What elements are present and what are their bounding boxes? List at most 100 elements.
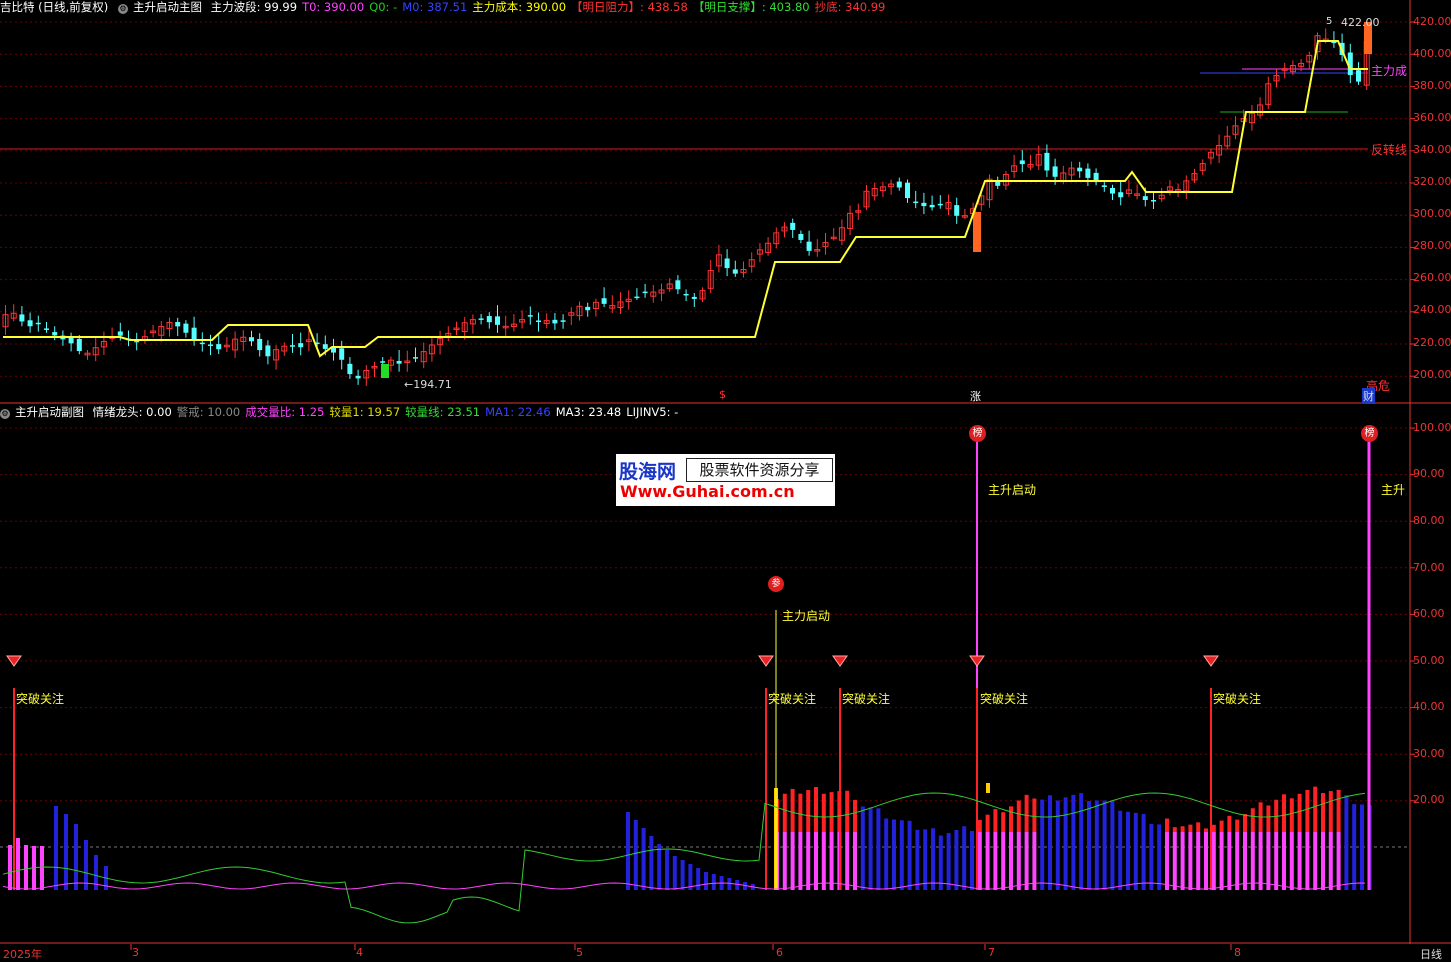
volume-bar xyxy=(1250,832,1255,890)
volume-bar xyxy=(1321,832,1325,890)
volume-bar xyxy=(1055,800,1060,890)
high-price-label: 422.00 xyxy=(1341,16,1380,29)
volume-bar xyxy=(711,874,716,890)
volume-bar xyxy=(8,845,12,890)
volume-bar xyxy=(845,790,850,832)
volume-bar xyxy=(1024,832,1029,890)
breakout-label: 突破关注 xyxy=(1213,692,1262,706)
volume-bar xyxy=(884,818,889,890)
volume-bar xyxy=(1328,832,1333,890)
header-value: 【明日支撑】: 403.80 xyxy=(692,0,810,14)
volume-bar xyxy=(868,807,873,890)
volume-bar xyxy=(1235,832,1240,890)
volume-bar xyxy=(1204,832,1208,890)
fin-mark: 财 xyxy=(1362,388,1375,404)
volume-bar xyxy=(821,793,826,832)
volume-bar xyxy=(626,812,630,890)
volume-bar xyxy=(1266,832,1271,890)
volume-bar xyxy=(1336,832,1341,890)
volume-bar xyxy=(954,830,959,890)
axis-tick: 20.00 xyxy=(1413,793,1445,806)
volume-bar xyxy=(1087,800,1091,890)
volume-bar xyxy=(665,850,669,890)
volume-bar xyxy=(1321,793,1325,832)
header-value: 较量1: 19.57 xyxy=(329,405,401,419)
main-start-label-cut: 主升 xyxy=(1381,483,1406,497)
volume-bar xyxy=(1266,805,1271,832)
volume-bar xyxy=(907,820,912,890)
watermark-banner: 股海网 股票软件资源分享 Www.Guhai.com.cn xyxy=(616,454,835,506)
volume-bar xyxy=(1102,800,1107,890)
header-value: T0: 390.00 xyxy=(302,0,365,14)
volume-bar xyxy=(1071,794,1076,890)
watermark-url: Www.Guhai.com.cn xyxy=(620,482,795,501)
volume-bar xyxy=(54,806,58,890)
volume-bar xyxy=(977,832,982,890)
volume-bar xyxy=(790,832,795,890)
volume-bar xyxy=(829,792,834,832)
volume-bar xyxy=(1250,808,1255,832)
volume-bar xyxy=(938,835,943,890)
volume-bar xyxy=(1024,794,1029,832)
volume-bar xyxy=(1227,832,1232,890)
volume-bar xyxy=(1180,826,1185,832)
header-value: 抄底: 340.99 xyxy=(814,0,886,14)
volume-bar xyxy=(24,845,28,890)
volume-bar xyxy=(985,832,990,890)
main-indicator-name[interactable]: 主升启动主图 xyxy=(133,0,202,14)
volume-bar xyxy=(790,788,795,832)
volume-bar xyxy=(1016,800,1021,832)
axis-tick: 80.00 xyxy=(1413,514,1445,527)
diamond-icon xyxy=(6,655,22,667)
breakout-label: 突破关注 xyxy=(842,692,891,706)
header-value: LIJINV5: - xyxy=(626,405,679,419)
gear-icon[interactable]: ⚙ xyxy=(0,409,10,419)
header-value: 主力成本: 390.00 xyxy=(472,0,567,14)
header-value: 【明日阻力】: 438.58 xyxy=(571,0,688,14)
volume-bar xyxy=(1344,795,1349,890)
volume-bar xyxy=(1313,832,1318,890)
volume-bar xyxy=(1032,832,1037,890)
volume-bar xyxy=(993,832,998,890)
volume-bar xyxy=(1305,832,1310,890)
sub-header-values: 情绪龙头: 0.00 警戒: 10.00 成交量比: 1.25 较量1: 19.57 较… xyxy=(93,405,684,419)
volume-bar xyxy=(993,809,998,832)
volume-bar xyxy=(1211,824,1216,832)
main-header-values: 主力波段: 99.99 T0: 390.00 Q0: - M0: 387.51 主力成本… xyxy=(211,0,891,14)
axis-tick: 70.00 xyxy=(1413,561,1445,574)
volume-bar xyxy=(814,832,818,890)
volume-bar xyxy=(1172,832,1177,890)
volume-bar xyxy=(860,806,865,890)
volume-bar xyxy=(798,793,803,832)
volume-bar xyxy=(40,846,44,890)
volume-bar xyxy=(672,856,677,890)
header-value: 警戒: 10.00 xyxy=(176,405,241,419)
volume-bar xyxy=(649,836,654,890)
volume-bar xyxy=(985,814,990,832)
date-tick: 5 xyxy=(576,946,583,959)
volume-bar xyxy=(915,829,920,890)
stock-title[interactable]: 吉比特 (日线,前复权) xyxy=(0,0,108,14)
volume-bar xyxy=(735,880,740,890)
join-icon: 参 xyxy=(768,576,784,592)
breakout-label: 突破关注 xyxy=(980,692,1029,706)
volume-bar xyxy=(876,808,881,890)
reversal-line-label: 反转线 xyxy=(1371,143,1408,157)
volume-bar xyxy=(1188,832,1193,890)
volume-bar xyxy=(1016,832,1021,890)
volume-bar xyxy=(1149,823,1154,890)
volume-bar xyxy=(829,832,834,890)
header-value: MA3: 23.48 xyxy=(555,405,622,419)
main-header: 吉比特 (日线,前复权) ⚙ 主升启动主图 主力波段: 99.99 T0: 390.… xyxy=(0,0,895,14)
volume-bar xyxy=(1235,819,1240,832)
volume-bar xyxy=(1133,812,1138,890)
sub-indicator-name[interactable]: 主升启动副图 xyxy=(15,405,84,419)
volume-bar xyxy=(1219,832,1224,890)
volume-bar xyxy=(1328,791,1333,832)
volume-bar xyxy=(946,833,951,890)
volume-bar xyxy=(1165,832,1169,890)
volume-bar xyxy=(1305,789,1310,832)
gear-icon[interactable]: ⚙ xyxy=(117,4,128,14)
volume-bar xyxy=(806,832,811,890)
volume-bar xyxy=(1289,798,1294,832)
